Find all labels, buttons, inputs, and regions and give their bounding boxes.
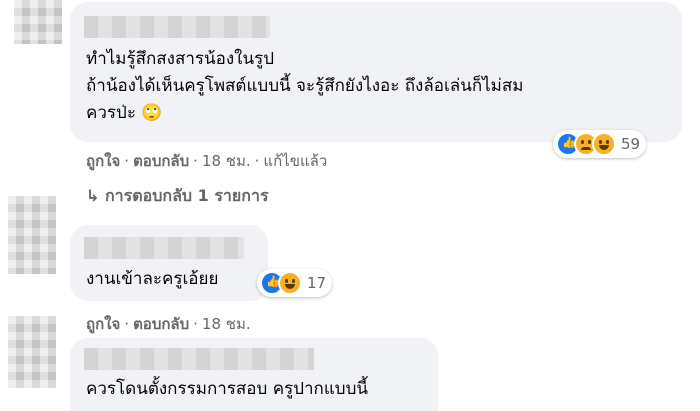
haha-reaction-icon — [592, 132, 616, 156]
comment-bubble: ควรโดนตั้งกรรมการสอบ ครูปากแบบนี้ — [70, 338, 438, 411]
reaction-count: 17 — [307, 274, 327, 292]
comment-bubble: ทำไมรู้สึกสงสารน้องในรูป ถ้าน้องได้เห็นค… — [70, 2, 682, 142]
comment-text-line: ถ้าน้องได้เห็นครูโพสต์แบบนี้ จะรู้สึกยัง… — [86, 76, 524, 96]
commenter-name-blurred[interactable] — [84, 237, 244, 259]
like-link[interactable]: ถูกใจ — [86, 152, 120, 170]
comment-actions: ถูกใจ · ตอบกลับ · 18 ชม. · แก้ไขแล้ว — [86, 152, 328, 170]
reply-link[interactable]: ตอบกลับ — [133, 152, 189, 170]
comment-text-line: ควรโดนตั้งกรรมการสอบ ครูปากแบบนี้ — [86, 379, 368, 399]
haha-reaction-icon — [278, 271, 302, 295]
comment-text-line: ควรป่ะ 🙄 — [86, 103, 163, 123]
comment-actions: ถูกใจ · ตอบกลับ · 18 ชม. — [86, 315, 251, 333]
comment-bubble: งานเข้าละครูเอ้ยย — [70, 225, 268, 301]
avatar[interactable] — [8, 196, 56, 274]
comment-text-line: ทำไมรู้สึกสงสารน้องในรูป — [86, 49, 275, 69]
reaction-count: 59 — [621, 135, 641, 153]
view-replies-link[interactable]: ↳ การตอบกลับ 1 รายการ — [86, 184, 269, 209]
reaction-summary[interactable]: 59 — [553, 130, 647, 158]
avatar[interactable] — [14, 0, 62, 44]
timestamp[interactable]: 18 ชม. — [202, 152, 251, 170]
reply-link[interactable]: ตอบกลับ — [133, 315, 189, 333]
timestamp[interactable]: 18 ชม. — [202, 315, 251, 333]
avatar[interactable] — [8, 316, 56, 388]
commenter-name-blurred[interactable] — [84, 16, 270, 38]
like-link[interactable]: ถูกใจ — [86, 315, 120, 333]
edited-label: แก้ไขแล้ว — [263, 152, 328, 170]
comment-text-line: งานเข้าละครูเอ้ยย — [86, 269, 219, 289]
reaction-summary[interactable]: 17 — [257, 269, 333, 297]
commenter-name-blurred[interactable] — [84, 348, 314, 370]
